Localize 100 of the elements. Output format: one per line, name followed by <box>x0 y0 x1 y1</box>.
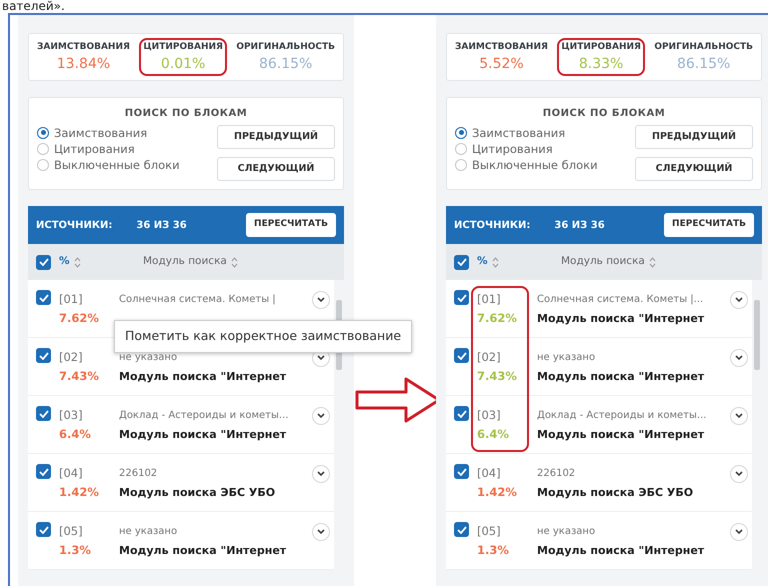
expand-button[interactable] <box>312 523 330 541</box>
radio-button[interactable] <box>37 142 49 154</box>
checkbox[interactable] <box>36 522 51 537</box>
checkbox[interactable] <box>454 348 469 363</box>
source-title: Доклад - Астероиды и кометы... <box>537 409 708 423</box>
source-title: 226102 <box>119 467 158 481</box>
checkbox[interactable] <box>454 254 469 270</box>
source-percent: 7.62% <box>477 310 518 327</box>
chevron-down-icon <box>735 471 743 477</box>
checkmark-icon <box>456 526 466 534</box>
option-label[interactable]: Заимствования <box>472 124 566 140</box>
sources-title: ИСТОЧНИКИ: <box>36 218 112 232</box>
radio-button[interactable] <box>455 126 467 138</box>
stat-value: 86.15% <box>676 54 732 72</box>
chevron-down-icon <box>735 529 743 535</box>
search-module: Модуль поиска "Интернет <box>537 427 706 443</box>
column-heading[interactable]: % <box>59 254 119 270</box>
checkmark-icon <box>456 352 466 360</box>
stat-label: ЗАИМСТВОВАНИЯ <box>37 41 130 54</box>
option-label[interactable]: Заимствования <box>54 124 148 140</box>
chevron-down-icon <box>317 529 325 535</box>
checkmark-icon <box>456 410 466 418</box>
search-module: Модуль поиска "Интернет <box>537 543 706 559</box>
radio-button[interactable] <box>37 158 49 170</box>
source-number: [01] <box>59 291 84 308</box>
checkmark-icon <box>38 410 48 418</box>
stat-label: ЦИТИРОВАНИЯ <box>143 41 223 54</box>
recalculate-button[interactable]: ПЕРЕСЧИТАТЬ <box>664 213 754 237</box>
source-percent: 7.62% <box>59 310 100 327</box>
tooltip: Пометить как корректное заимствование <box>114 320 412 353</box>
recalculate-button[interactable]: ПЕРЕСЧИТАТЬ <box>246 213 336 237</box>
option-label[interactable]: Выключенные блоки <box>54 156 180 172</box>
chevron-down-icon <box>317 355 325 361</box>
checkbox[interactable] <box>36 254 51 270</box>
source-percent: 6.4% <box>477 426 510 443</box>
column-heading[interactable]: Модуль поиска <box>561 254 656 270</box>
source-percent: 7.43% <box>59 368 100 385</box>
source-number: [05] <box>59 523 84 540</box>
expand-button[interactable] <box>312 465 330 483</box>
source-number: [03] <box>477 407 502 424</box>
checkmark-icon <box>38 258 48 266</box>
nav-button[interactable]: СЛЕДУЮЩИЙ <box>635 156 753 181</box>
checkmark-icon <box>456 294 466 302</box>
source-number: [04] <box>477 465 502 482</box>
source-title: не указано <box>119 525 178 539</box>
stat-value: 5.52% <box>478 54 525 72</box>
expand-button[interactable] <box>730 291 748 309</box>
search-module: Модуль поиска "Интернет <box>119 369 288 385</box>
checkbox[interactable] <box>454 464 469 479</box>
option-label[interactable]: Цитирования <box>54 140 135 156</box>
block-search-title: ПОИСК ПО БЛОКАМ <box>124 106 248 120</box>
expand-button[interactable] <box>730 407 748 425</box>
source-percent: 1.3% <box>59 542 92 559</box>
nav-button[interactable]: ПРЕДЫДУЩИЙ <box>217 124 335 149</box>
option-label[interactable]: Цитирования <box>472 140 553 156</box>
nav-button[interactable]: ПРЕДЫДУЩИЙ <box>635 124 753 149</box>
checkbox[interactable] <box>36 348 51 363</box>
radio-button[interactable] <box>455 158 467 170</box>
radio-button[interactable] <box>37 126 49 138</box>
expand-button[interactable] <box>730 523 748 541</box>
expand-button[interactable] <box>312 291 330 309</box>
chevron-down-icon <box>735 297 743 303</box>
caption-text: вателей». <box>1 0 66 13</box>
option-label[interactable]: Выключенные блоки <box>472 156 598 172</box>
checkbox[interactable] <box>454 522 469 537</box>
expand-button[interactable] <box>312 407 330 425</box>
source-number: [05] <box>477 523 502 540</box>
nav-button[interactable]: СЛЕДУЮЩИЙ <box>217 156 335 181</box>
source-number: [02] <box>477 349 502 366</box>
expand-button[interactable] <box>730 465 748 483</box>
source-number: [02] <box>59 349 84 366</box>
source-percent: 1.42% <box>59 484 100 501</box>
source-title: 226102 <box>537 467 576 481</box>
checkbox[interactable] <box>36 464 51 479</box>
source-percent: 1.42% <box>477 484 518 501</box>
column-heading[interactable]: Модуль поиска <box>143 254 238 270</box>
stat-value: 0.01% <box>160 54 206 72</box>
checkbox[interactable] <box>454 406 469 421</box>
sources-title: ИСТОЧНИКИ: <box>454 218 530 232</box>
stat-label: ОРИГИНАЛЬНОСТЬ <box>236 41 335 54</box>
checkbox[interactable] <box>36 290 51 305</box>
search-module: Модуль поиска "Интернет <box>537 311 706 327</box>
source-number: [03] <box>59 407 84 424</box>
source-number: [04] <box>59 465 84 482</box>
radio-button[interactable] <box>455 142 467 154</box>
chevron-down-icon <box>317 413 325 419</box>
sort-icon <box>230 256 238 268</box>
sources-count: 36 ИЗ 36 <box>136 218 187 232</box>
expand-button[interactable] <box>730 349 748 367</box>
source-percent: 7.43% <box>477 368 518 385</box>
checkbox[interactable] <box>36 406 51 421</box>
stat-value: 8.33% <box>578 54 624 72</box>
stat-value: 86.15% <box>258 54 314 72</box>
sort-icon <box>492 256 499 268</box>
stat-label: ЗАИМСТВОВАНИЯ <box>455 41 548 54</box>
checkmark-icon <box>38 352 48 360</box>
search-module: Модуль поиска ЭБС УБО <box>119 485 276 501</box>
source-percent: 6.4% <box>59 426 92 443</box>
checkbox[interactable] <box>454 290 469 305</box>
column-heading[interactable]: % <box>477 254 537 270</box>
